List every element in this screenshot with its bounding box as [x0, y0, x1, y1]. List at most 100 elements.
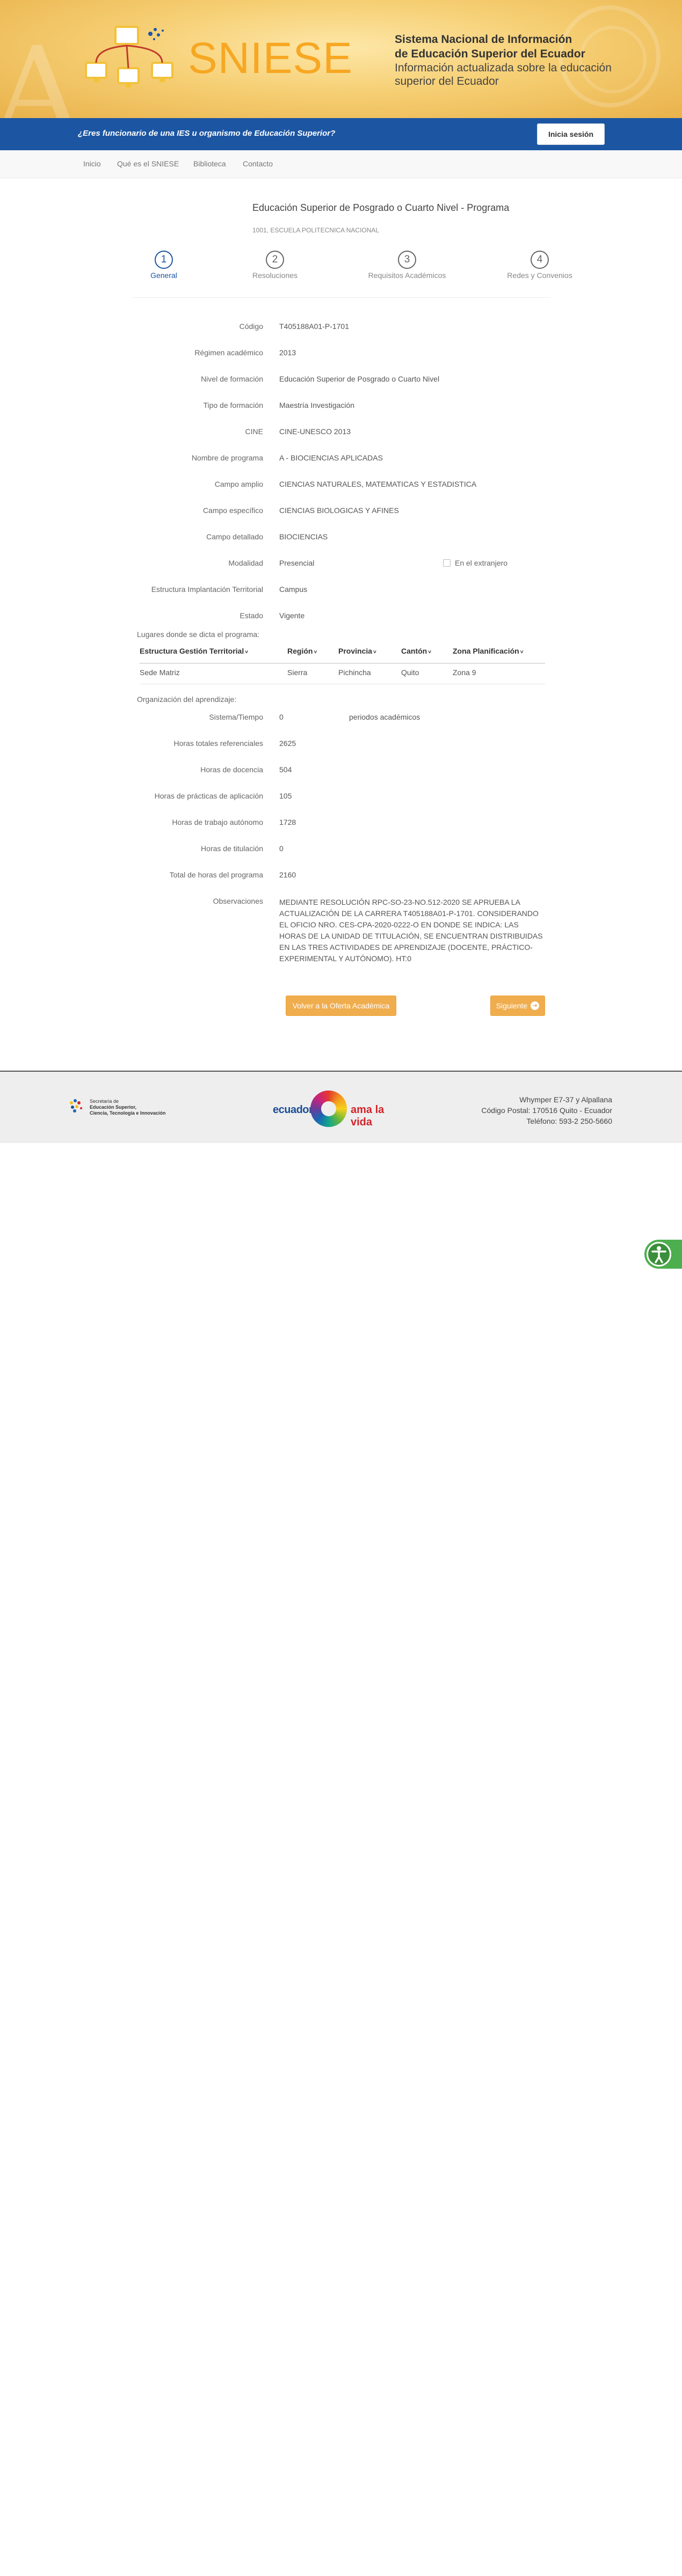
- logo-text: SNIESE: [188, 34, 353, 83]
- step-number: 3: [398, 251, 416, 269]
- learning-row: Horas de docencia 504: [137, 762, 545, 778]
- table-cell: Pichincha: [338, 668, 371, 677]
- detail-label: Observaciones: [213, 897, 263, 905]
- locations-caption: Lugares donde se dicta el programa:: [137, 630, 260, 639]
- step-resoluciones[interactable]: 2 Resoluciones: [232, 251, 318, 280]
- sort-icon: ˅: [314, 649, 317, 655]
- table-header[interactable]: Estructura Gestión Territorial ˅: [140, 647, 248, 655]
- login-bar: ¿Eres funcionario de una IES u organismo…: [0, 118, 682, 150]
- detail-label: Código: [239, 322, 263, 331]
- accessibility-icon: [647, 1242, 671, 1267]
- detail-row-campo-especifico: Campo específico CIENCIAS BIOLOGICAS Y A…: [137, 503, 545, 519]
- detail-label: Régimen académico: [194, 348, 263, 357]
- detail-value: 1728: [279, 818, 296, 826]
- step-general[interactable]: 1 General: [121, 251, 207, 280]
- detail-value: CIENCIAS NATURALES, MATEMATICAS Y ESTADI…: [279, 480, 477, 488]
- detail-label: Horas de prácticas de aplicación: [154, 792, 263, 800]
- detail-value: CIENCIAS BIOLOGICAS Y AFINES: [279, 506, 399, 515]
- detail-row-cine: CINE CINE-UNESCO 2013: [137, 424, 545, 440]
- detail-value: A - BIOCIENCIAS APLICADAS: [279, 453, 383, 462]
- detail-label: Estado: [240, 611, 263, 620]
- abroad-checkbox[interactable]: En el extranjero: [443, 559, 507, 567]
- nav-item-que-es[interactable]: Qué es el SNIESE: [117, 159, 179, 168]
- detail-label: Horas de trabajo autónomo: [172, 818, 263, 826]
- next-button-label: Siguiente: [496, 1001, 528, 1010]
- checkbox-box[interactable]: [443, 559, 451, 567]
- address-line-2: Código Postal: 170516 Quito - Ecuador: [481, 1106, 612, 1115]
- table-header[interactable]: Cantón ˅: [401, 647, 431, 655]
- footer: Secretaría de Educación Superior, Cienci…: [0, 1071, 682, 1143]
- table-header[interactable]: Provincia ˅: [338, 647, 376, 655]
- detail-row-nivel: Nivel de formación Educación Superior de…: [137, 371, 545, 387]
- detail-value: 2160: [279, 870, 296, 879]
- detail-value: 2013: [279, 348, 296, 357]
- address-line-3: Teléfono: 593-2 250-5660: [526, 1117, 612, 1125]
- main-nav: Inicio Qué es el SNIESE Biblioteca Conta…: [0, 150, 682, 178]
- nav-item-biblioteca[interactable]: Biblioteca: [193, 159, 226, 168]
- learning-row: Horas de prácticas de aplicación 105: [137, 788, 545, 804]
- detail-value: Maestría Investigación: [279, 401, 355, 409]
- detail-value: BIOCIENCIAS: [279, 532, 328, 541]
- table-cell: Zona 9: [453, 668, 476, 677]
- senescyt-mark-icon: [70, 1099, 82, 1113]
- step-label: Requisitos Académicos: [368, 271, 446, 280]
- table-cell: Sierra: [287, 668, 308, 677]
- system-unit: periodos académicos: [349, 713, 420, 721]
- site-title: Sistema Nacional de Información de Educa…: [395, 32, 620, 88]
- nav-item-inicio[interactable]: Inicio: [83, 159, 101, 168]
- detail-label: Total de horas del programa: [169, 870, 263, 879]
- learning-caption: Organización del aprendizaje:: [137, 695, 237, 704]
- detail-value: 2625: [279, 739, 296, 748]
- steps-divider: [132, 297, 550, 298]
- learning-row: Horas totales referenciales 2625: [137, 736, 545, 752]
- observations-row: Observaciones MEDIANTE RESOLUCIÓN RPC-SO…: [137, 894, 545, 963]
- detail-value: 105: [279, 792, 292, 800]
- locations-table: Estructura Gestión Territorial ˅ Región ˅ …: [140, 647, 545, 685]
- learning-row: Horas de trabajo autónomo 1728: [137, 815, 545, 831]
- detail-label: Estructura Implantación Territorial: [151, 585, 263, 594]
- detail-label: Sistema/Tiempo: [209, 713, 263, 721]
- detail-row-estado: Estado Vigente: [137, 608, 545, 624]
- detail-value: T405188A01-P-1701: [279, 322, 349, 331]
- address-line-1: Whymper E7-37 y Alpallana: [519, 1095, 612, 1104]
- detail-row-campo-detallado: Campo detallado BIOCIENCIAS: [137, 529, 545, 545]
- step-requisitos[interactable]: 3 Requisitos Académicos: [364, 251, 450, 280]
- detail-value: Educación Superior de Posgrado o Cuarto …: [279, 375, 440, 383]
- ecuador-ama-la-vida-logo: ecuador ama la vida: [273, 1091, 407, 1128]
- table-header[interactable]: Región ˅: [287, 647, 317, 655]
- learning-row: Total de horas del programa 2160: [137, 867, 545, 883]
- person-figure-icon: [651, 1246, 666, 1263]
- ecuador-word: ecuador: [273, 1104, 313, 1116]
- detail-label: Tipo de formación: [203, 401, 263, 409]
- staff-question: ¿Eres funcionario de una IES u organismo…: [78, 129, 336, 138]
- detail-label: Horas de docencia: [200, 765, 263, 774]
- login-button[interactable]: Inicia sesión: [537, 123, 605, 145]
- abroad-label: En el extranjero: [455, 559, 508, 567]
- next-button[interactable]: Siguiente ➜: [490, 996, 545, 1016]
- senescyt-text: Secretaría de Educación Superior, Cienci…: [90, 1099, 170, 1116]
- learning-row: Horas de titulación 0: [137, 841, 545, 857]
- footer-address: Whymper E7-37 y Alpallana Código Postal:…: [481, 1094, 612, 1126]
- step-redes[interactable]: 4 Redes y Convenios: [497, 251, 583, 280]
- detail-row-campo-amplio: Campo amplio CIENCIAS NATURALES, MATEMAT…: [137, 477, 545, 493]
- table-cell: Sede Matriz: [140, 668, 180, 677]
- detail-label: Horas totales referenciales: [173, 739, 263, 748]
- header-rule: [140, 663, 545, 664]
- step-number: 2: [266, 251, 284, 269]
- page-title: Educación Superior de Posgrado o Cuarto …: [252, 202, 510, 213]
- nav-item-contacto[interactable]: Contacto: [243, 159, 273, 168]
- sort-icon: ˅: [245, 649, 249, 655]
- back-to-offer-button[interactable]: Volver a la Oferta Académica: [286, 996, 396, 1016]
- accessibility-button[interactable]: [644, 1240, 682, 1269]
- detail-value: CINE-UNESCO 2013: [279, 427, 351, 436]
- color-wheel-icon: [310, 1091, 347, 1127]
- detail-label: Campo específico: [202, 506, 263, 515]
- step-number: 4: [531, 251, 549, 269]
- detail-label: Nivel de formación: [201, 375, 263, 383]
- sort-icon: ˅: [373, 649, 376, 655]
- step-label: Resoluciones: [252, 271, 298, 280]
- detail-row-tipo: Tipo de formación Maestría Investigación: [137, 398, 545, 414]
- step-number: 1: [155, 251, 173, 269]
- table-header[interactable]: Zona Planificación ˅: [453, 647, 524, 655]
- arrow-right-circle-icon: ➜: [531, 1001, 540, 1010]
